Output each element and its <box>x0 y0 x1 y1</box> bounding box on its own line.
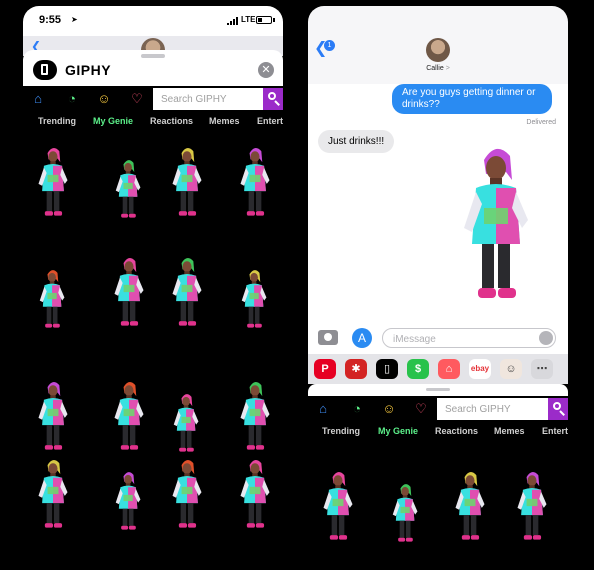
giphy-panel-header <box>308 384 568 396</box>
chevron-right-icon: > <box>445 65 450 72</box>
home-icon[interactable]: ⌂ <box>314 400 332 418</box>
incoming-message[interactable]: Just drinks!!! <box>318 130 395 153</box>
genie-sticker[interactable] <box>109 456 149 534</box>
giphy-keyboard-screen: 9:55 ➤ LTE ❮ GIPHY ✕ ⌂ ◔ ☺ ♡ Trending My… <box>23 6 283 566</box>
giphy-app-icon[interactable]: ▯ <box>376 359 398 379</box>
avatar[interactable] <box>426 38 450 62</box>
tab-memes[interactable]: Memes <box>494 426 525 436</box>
genie-sticker[interactable] <box>109 378 149 456</box>
tab-memes[interactable]: Memes <box>209 116 240 126</box>
search-input[interactable] <box>437 398 548 420</box>
sticker-grid <box>308 446 568 560</box>
search-button[interactable] <box>548 398 568 420</box>
genie-sticker[interactable] <box>235 378 275 456</box>
search-input[interactable] <box>153 88 263 110</box>
tab-my-genie[interactable]: My Genie <box>93 116 133 126</box>
giphy-logo-icon <box>33 60 57 80</box>
home-icon[interactable]: ⌂ <box>29 90 47 108</box>
imessage-screen: ❮ 1 Callie > Are you guys getting dinner… <box>308 6 568 566</box>
outgoing-message[interactable]: Are you guys getting dinner or drinks?? <box>392 84 552 114</box>
genie-sticker[interactable] <box>512 468 552 546</box>
compose-bar: A <box>308 324 568 354</box>
camera-icon[interactable] <box>318 330 338 345</box>
category-tabs: Trending My Genie Reactions Memes Entert <box>23 114 283 132</box>
tab-entertainment[interactable]: Entert <box>542 426 568 436</box>
ebay-app-icon[interactable]: ebay <box>469 359 491 379</box>
genie-sticker[interactable] <box>167 254 207 332</box>
message-input[interactable] <box>382 328 556 349</box>
search-field[interactable] <box>153 88 263 110</box>
giphy-app-header: GIPHY ✕ <box>23 50 283 90</box>
genie-sticker[interactable] <box>167 144 207 222</box>
genie-sticker[interactable] <box>167 456 207 534</box>
tab-reactions[interactable]: Reactions <box>150 116 193 126</box>
genie-sticker[interactable] <box>318 468 358 546</box>
audio-waveform-icon[interactable] <box>539 331 553 345</box>
close-icon[interactable]: ✕ <box>258 62 274 78</box>
genie-sticker[interactable] <box>235 254 275 332</box>
airbnb-like-app-icon[interactable]: ⌂ <box>438 359 460 379</box>
search-button[interactable] <box>263 88 283 110</box>
drag-handle[interactable] <box>426 388 450 391</box>
app-title: GIPHY <box>65 62 112 78</box>
heart-icon[interactable]: ♡ <box>128 90 146 108</box>
contact-name[interactable]: Callie > <box>308 65 568 72</box>
drag-handle[interactable] <box>141 54 165 58</box>
category-tabs: Trending My Genie Reactions Memes Entert <box>308 424 568 442</box>
location-arrow-icon: ➤ <box>71 15 78 24</box>
genie-sticker[interactable] <box>450 468 490 546</box>
conversation-header: ❮ 1 Callie > <box>308 6 568 84</box>
genie-sticker[interactable] <box>235 456 275 534</box>
delivered-status: Delivered <box>526 119 556 126</box>
genie-sticker[interactable] <box>33 378 73 456</box>
status-time: 9:55 <box>39 14 62 26</box>
app-store-icon[interactable]: A <box>352 328 372 348</box>
status-bar: 9:55 ➤ LTE <box>23 6 283 36</box>
battery-icon <box>256 16 272 24</box>
genie-sticker[interactable] <box>109 254 149 332</box>
giphy-toolbar: ⌂ ◔ ☺ ♡ <box>23 86 283 112</box>
network-label: LTE <box>241 15 256 24</box>
app-drawer: P ✱ ▯ $ ⌂ ebay ☺ ⋯ <box>308 354 568 384</box>
cash-app-icon[interactable]: $ <box>407 359 429 379</box>
memoji-app-icon[interactable]: ☺ <box>500 359 522 379</box>
genie-sticker[interactable] <box>167 378 207 456</box>
sticker-icon[interactable]: ◔ <box>63 90 81 108</box>
tab-reactions[interactable]: Reactions <box>435 426 478 436</box>
search-field[interactable] <box>437 398 548 420</box>
genie-sticker[interactable] <box>109 144 149 222</box>
more-app-icon[interactable]: ⋯ <box>531 359 553 379</box>
tab-entertainment[interactable]: Entert <box>257 116 283 126</box>
sticker-grid <box>23 136 283 560</box>
yelp-app-icon[interactable]: ✱ <box>345 359 367 379</box>
message-thread: Are you guys getting dinner or drinks?? … <box>308 84 568 334</box>
tab-trending[interactable]: Trending <box>38 116 76 126</box>
genie-sticker[interactable] <box>235 144 275 222</box>
genie-sticker[interactable] <box>33 456 73 534</box>
tab-my-genie[interactable]: My Genie <box>378 426 418 436</box>
genie-sticker[interactable] <box>386 468 426 546</box>
genie-sticker-message[interactable] <box>456 140 536 312</box>
giphy-toolbar: ⌂ ◔ ☺ ♡ <box>308 396 568 422</box>
genie-sticker[interactable] <box>33 144 73 222</box>
sticker-icon[interactable]: ◔ <box>348 400 366 418</box>
emoji-icon[interactable]: ☺ <box>380 400 398 418</box>
message-field[interactable] <box>383 330 543 349</box>
signal-icon <box>227 17 239 25</box>
genie-sticker[interactable] <box>33 254 73 332</box>
tab-trending[interactable]: Trending <box>322 426 360 436</box>
pinterest-app-icon[interactable]: P <box>314 359 336 379</box>
unread-badge[interactable]: 1 <box>324 40 335 51</box>
heart-icon[interactable]: ♡ <box>412 400 430 418</box>
emoji-icon[interactable]: ☺ <box>95 90 113 108</box>
